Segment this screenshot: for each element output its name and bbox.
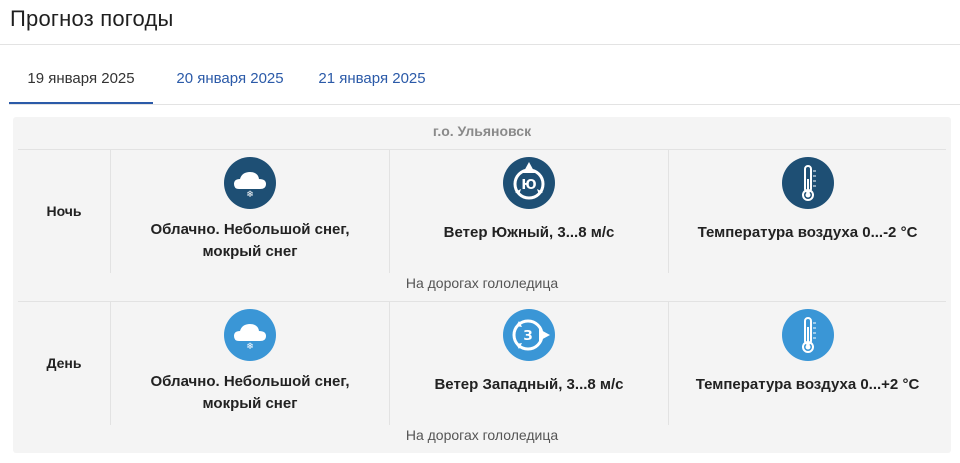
wind-direction-letter: Ю [521,178,536,193]
weather-condition-line-2: мокрый снег [202,395,298,412]
date-tabs: 19 января 2025 20 января 2025 21 января … [9,56,960,105]
city-name: г.о. Ульяновск [432,123,532,139]
cloud-snow-icon: ❄ [224,157,276,209]
forecast-card: г.о. Ульяновск Ночь ❄ Облачно. Небольшой… [13,117,951,453]
weather-cell: ❄ Облачно. Небольшой снег, мокрый снег [110,301,389,425]
tab-date-3[interactable]: 21 января 2025 [304,56,440,105]
tab-date-2[interactable]: 20 января 2025 [162,56,298,105]
svg-text:❄: ❄ [246,190,254,200]
wind-info: Ветер Южный, 3...8 м/с [443,224,615,241]
temperature-info: Температура воздуха 0...-2 °С [697,224,918,241]
wind-cell: Ю Ветер Южный, 3...8 м/с [389,149,668,273]
forecast-row-night: Ночь ❄ Облачно. Небольшой снег, мокрый с… [18,149,946,299]
compass-icon: З [503,309,555,361]
weather-condition-line-2: мокрый снег [202,243,298,260]
road-condition: На дорогах гололедица [405,275,559,291]
weather-cell: ❄ Облачно. Небольшой снег, мокрый снег [110,149,389,273]
temperature-cell: Температура воздуха 0...-2 °С [668,149,946,273]
wind-direction-letter: З [523,329,532,344]
temperature-info: Температура воздуха 0...+2 °С [695,376,920,393]
weather-condition: Облачно. Небольшой снег, мокрый снег [111,371,389,415]
title-divider [0,44,960,45]
road-condition: На дорогах гололедица [405,427,559,443]
weather-condition: Облачно. Небольшой снег, мокрый снег [111,219,389,263]
weather-condition-line-1: Облачно. Небольшой снег, [150,373,350,390]
tab-date-1[interactable]: 19 января 2025 [9,56,153,105]
period-label: День [46,355,82,371]
tabs-divider [9,104,960,105]
wind-info: Ветер Западный, 3...8 м/с [434,376,624,393]
thermometer-icon [781,309,834,361]
thermometer-icon [781,157,834,209]
weather-condition-line-1: Облачно. Небольшой снег, [150,221,350,238]
period-label: Ночь [46,203,82,219]
temperature-cell: Температура воздуха 0...+2 °С [668,301,946,425]
cloud-snow-icon: ❄ [224,309,276,361]
page-title: Прогноз погоды [10,6,174,31]
forecast-row-day: День ❄ Облачно. Небольшой снег, мокрый с… [18,301,946,451]
wind-cell: З Ветер Западный, 3...8 м/с [389,301,668,425]
svg-text:❄: ❄ [246,342,254,352]
compass-icon: Ю [503,157,555,209]
